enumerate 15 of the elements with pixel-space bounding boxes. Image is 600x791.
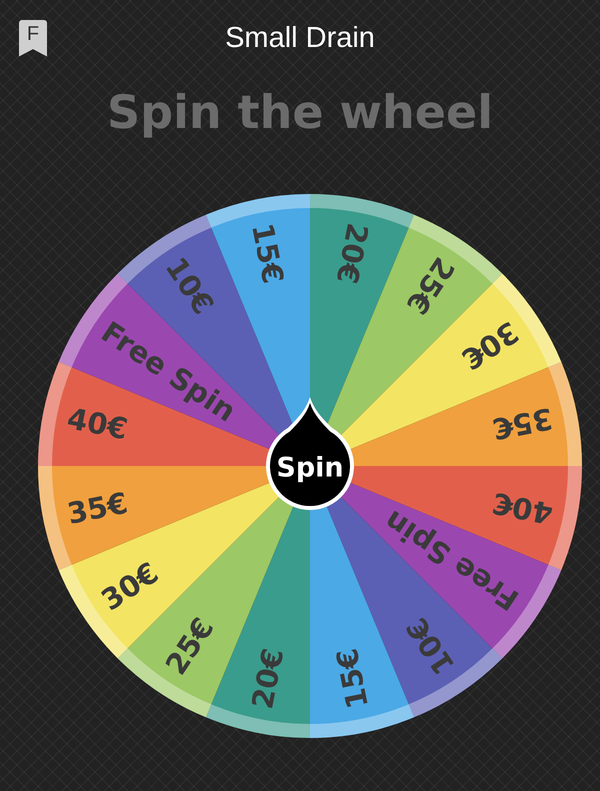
segment-label: 20€ [330,220,375,286]
segment-label: 30€ [95,555,164,618]
bookmark-icon[interactable]: F [19,20,47,56]
window-title: Small Drain [224,22,376,54]
segment-label: 35€ [490,401,556,446]
bookmark-letter: F [26,22,40,46]
segment-label: 35€ [64,486,130,531]
heading: Spin the wheel [106,84,494,141]
segment-label: 15€ [245,220,290,286]
spin-button[interactable]: Spin [266,397,354,510]
segment-label: 40€ [490,486,556,531]
segment-label: 15€ [330,646,375,712]
segment-label: 30€ [456,314,525,377]
segment-label: 20€ [245,646,290,712]
segment-label: 40€ [64,401,130,446]
